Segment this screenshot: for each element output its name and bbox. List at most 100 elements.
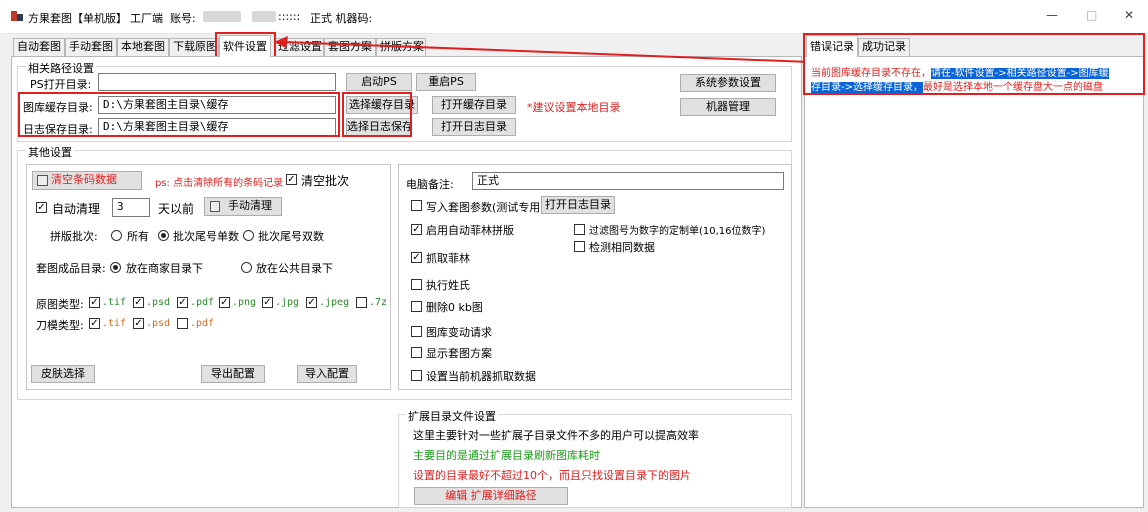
write-params-checkbox[interactable] [411, 200, 422, 211]
orig-jpg-label: .jpg [275, 297, 300, 308]
batch-odd-label: 批次尾号单数 [173, 230, 239, 243]
orig-tif-checkbox[interactable]: ✓ [89, 297, 100, 308]
system-params-button[interactable]: 系统参数设置 [680, 74, 776, 92]
batch-even-label: 批次尾号双数 [258, 230, 324, 243]
open-log-dir-button[interactable]: 打开日志目录 [541, 196, 615, 214]
clear-barcode-button[interactable]: 清空条码数据 [32, 171, 142, 190]
output-merchant-label: 放在商家目录下 [126, 262, 203, 275]
batch-all-radio[interactable] [111, 230, 122, 241]
auto-felin-label: 启用自动菲林拼版 [426, 224, 514, 237]
ext-dir-title: 扩展目录文件设置 [406, 408, 498, 424]
delete-0kb-checkbox[interactable] [411, 301, 422, 312]
orig-type-label: 原图类型: [36, 298, 84, 311]
batch-label: 拼版批次: [50, 230, 98, 243]
tab-manual[interactable]: 手动套图 [65, 38, 117, 56]
output-merchant-radio[interactable] [110, 262, 121, 273]
show-scheme-label: 显示套图方案 [426, 347, 492, 360]
error-log-line-1: 当前图库缓存目录不存在，请在-软件设置->相关路径设置->图库缓 [811, 64, 1109, 79]
ps-open-label: PS打开目录: [30, 78, 92, 91]
close-icon[interactable]: ✕ [1124, 8, 1134, 22]
auto-clean-checkbox[interactable]: ✓ [36, 202, 47, 213]
mode-label: 工厂端 [130, 12, 163, 25]
knife-tif-checkbox[interactable]: ✓ [89, 318, 100, 329]
exec-name-checkbox[interactable] [411, 279, 422, 290]
filter-num-checkbox[interactable] [574, 224, 585, 235]
days-before-label: 天以前 [158, 202, 195, 216]
account-label: 账号: [170, 12, 196, 25]
delete-0kb-label: 删除0 kb图 [426, 301, 483, 314]
orig-psd-checkbox[interactable]: ✓ [133, 297, 144, 308]
detect-same-checkbox[interactable] [574, 241, 585, 252]
machine-manage-button[interactable]: 机器管理 [680, 98, 776, 116]
set-machine-checkbox[interactable] [411, 370, 422, 381]
app-title: 方果套图【单机版】 [28, 12, 127, 25]
app-logo-icon [10, 9, 24, 23]
clear-barcode-label: 清空条码数据 [51, 173, 117, 186]
tab-error-log[interactable]: 错误记录 [806, 35, 858, 57]
auto-felin-checkbox[interactable]: ✓ [411, 224, 422, 235]
knife-psd-label: .psd [146, 318, 171, 329]
batch-odd-radio[interactable] [158, 230, 169, 241]
error-log-panel [804, 56, 1144, 508]
output-public-label: 放在公共目录下 [256, 262, 333, 275]
annotation-arrow [274, 36, 811, 63]
cache-dir-input[interactable]: D:\方果套图主目录\缓存 [98, 96, 336, 114]
title-bar: 方果套图【单机版】 工厂端 账号: :::::: 正式 机器码: — □ ✕ [0, 0, 1148, 34]
export-config-button[interactable]: 导出配置 [201, 365, 265, 383]
knife-psd-checkbox[interactable]: ✓ [133, 318, 144, 329]
grab-felin-checkbox[interactable]: ✓ [411, 252, 422, 263]
skin-select-button[interactable]: 皮肤选择 [31, 365, 95, 383]
pc-note-input[interactable]: 正式 [472, 172, 784, 190]
other-settings-title: 其他设置 [26, 144, 74, 160]
orig-pdf-label: .pdf [190, 297, 215, 308]
orig-tif-label: .tif [102, 297, 127, 308]
orig-7z-checkbox[interactable] [356, 297, 367, 308]
orig-jpeg-checkbox[interactable]: ✓ [306, 297, 317, 308]
grab-felin-label: 抓取菲林 [426, 252, 470, 265]
pc-note-label: 电脑备注: [406, 178, 454, 191]
lib-change-checkbox[interactable] [411, 326, 422, 337]
show-scheme-checkbox[interactable] [411, 347, 422, 358]
open-cache-button[interactable]: 打开缓存目录 [432, 96, 516, 114]
choose-cache-button[interactable]: 选择缓存目录 [346, 96, 418, 114]
clear-barcode-hint: ps: 点击清除所有的条码记录 [155, 178, 284, 189]
tab-download[interactable]: 下载原图 [169, 38, 219, 56]
tab-auto[interactable]: 自动套图 [13, 38, 65, 56]
maximize-icon[interactable]: □ [1086, 8, 1097, 22]
orig-psd-label: .psd [146, 297, 171, 308]
clear-batch-label: 清空批次 [301, 174, 350, 188]
clean-icon [210, 201, 220, 212]
barcode-icon [37, 175, 48, 186]
log-dir-input[interactable]: D:\方果套图主目录\缓存 [98, 118, 336, 136]
ext-dir-line3: 设置的目录最好不超过10个，而且只找设置目录下的图片 [413, 469, 691, 482]
filter-num-label: 过滤图号为数字的定制单(10,16位数字) [589, 226, 766, 237]
tab-success-log[interactable]: 成功记录 [858, 38, 910, 56]
minimize-icon[interactable]: — [1046, 8, 1058, 22]
output-public-radio[interactable] [241, 262, 252, 273]
knife-pdf-checkbox[interactable] [177, 318, 188, 329]
tab-local[interactable]: 本地套图 [117, 38, 169, 56]
open-log-button[interactable]: 打开日志目录 [432, 118, 516, 136]
manual-clean-button[interactable]: 手动清理 [204, 197, 282, 216]
path-settings-title: 相关路径设置 [26, 60, 96, 76]
choose-log-button[interactable]: 选择日志保存 [346, 118, 412, 136]
knife-type-label: 刀模类型: [36, 319, 84, 332]
import-config-button[interactable]: 导入配置 [297, 365, 357, 383]
error-msg-highlight-2: 存目录->选择缓存目录， [811, 82, 923, 93]
local-dir-hint: *建议设置本地目录 [527, 101, 621, 114]
clear-batch-checkbox[interactable]: ✓ [286, 174, 297, 185]
orig-jpeg-label: .jpeg [319, 297, 350, 308]
title-dots: :::::: [278, 10, 301, 23]
account-redacted-2 [252, 11, 276, 22]
log-dir-label: 日志保存目录: [23, 123, 93, 136]
exec-name-label: 执行姓氏 [426, 279, 470, 292]
orig-jpg-checkbox[interactable]: ✓ [262, 297, 273, 308]
tab-software-settings[interactable]: 软件设置 [219, 35, 271, 57]
days-stepper[interactable]: 3 [112, 198, 150, 217]
set-machine-label: 设置当前机器抓取数据 [426, 370, 536, 383]
ext-dir-line1: 这里主要针对一些扩展子目录文件不多的用户可以提高效率 [413, 429, 699, 442]
orig-png-checkbox[interactable]: ✓ [219, 297, 230, 308]
orig-pdf-checkbox[interactable]: ✓ [177, 297, 188, 308]
batch-even-radio[interactable] [243, 230, 254, 241]
edit-ext-path-button[interactable]: 编辑 扩展详细路径 [414, 487, 568, 505]
